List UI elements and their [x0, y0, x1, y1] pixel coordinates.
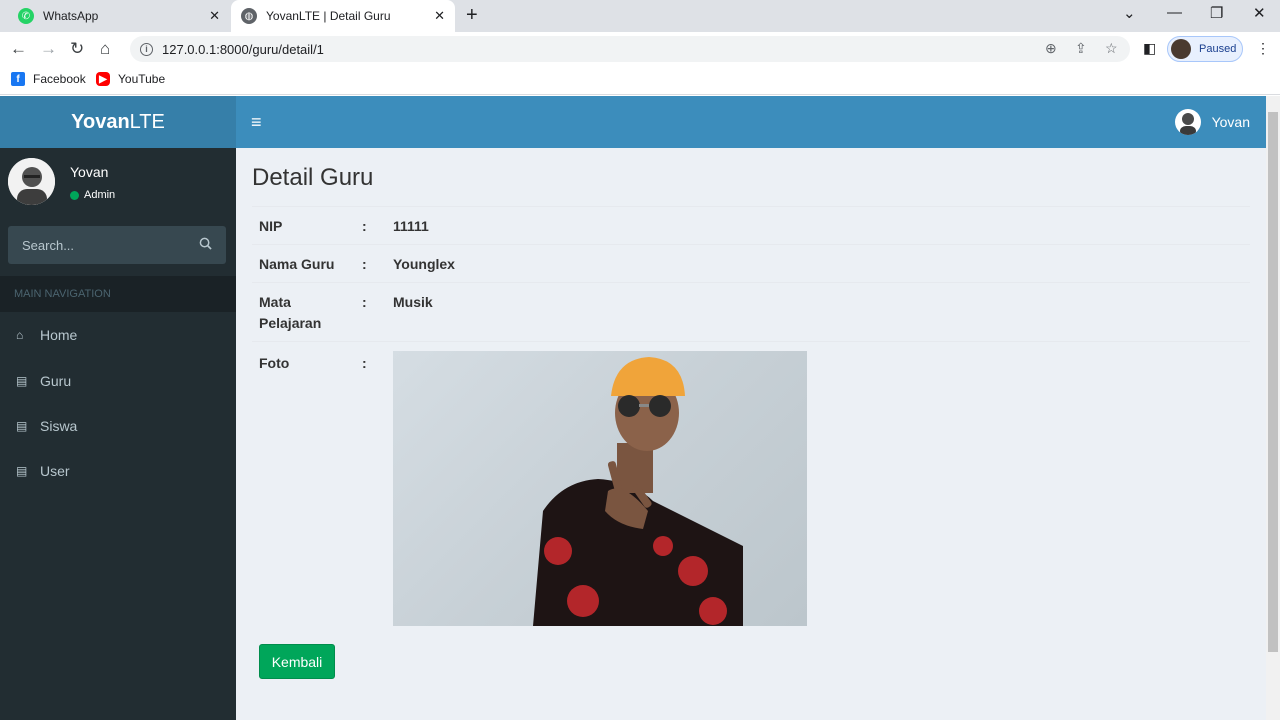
tab-whatsapp[interactable]: ✆ WhatsApp ✕	[8, 0, 230, 32]
detail-row-mata-pelajaran: Mata Pelajaran : Musik	[252, 282, 1250, 341]
top-navbar: ≡ Yovan	[236, 96, 1266, 148]
restore-button[interactable]: ❐	[1210, 4, 1223, 22]
sidebar: Yovan Admin Search... MAIN NAVIGATION ⌂ …	[0, 148, 236, 720]
facebook-icon: f	[11, 72, 25, 86]
bookmark-label: YouTube	[118, 72, 166, 86]
book-icon: ▤	[16, 374, 28, 388]
detail-row-nama-guru: Nama Guru : Younglex	[252, 244, 1250, 282]
admin-app: Yovan LTE ≡ Yovan Yovan Admin Search... …	[0, 96, 1266, 720]
home-icon: ⌂	[16, 328, 24, 342]
reload-icon[interactable]: ↻	[70, 39, 84, 59]
logo-bold: Yovan	[71, 110, 130, 133]
book-icon: ▤	[16, 419, 28, 433]
header-user-name: Yovan	[1211, 114, 1250, 130]
kembali-button[interactable]: Kembali	[259, 644, 335, 679]
home-icon[interactable]: ⌂	[100, 39, 110, 59]
profile-button[interactable]: Paused	[1167, 36, 1243, 62]
user-panel: Yovan Admin	[0, 148, 236, 220]
whatsapp-icon: ✆	[18, 8, 34, 24]
browser-toolbar: ← → ↻ ⌂ i 127.0.0.1:8000/guru/detail/1 ⊕…	[0, 32, 1280, 66]
browser-menu-icon[interactable]: ⋮	[1256, 40, 1270, 57]
close-window-button[interactable]: ✕	[1253, 4, 1266, 22]
sidebar-item-home[interactable]: ⌂ Home	[0, 313, 236, 357]
youtube-icon: ▶	[96, 72, 110, 86]
field-colon: :	[362, 355, 367, 371]
tab-detail-guru[interactable]: ◍ YovanLTE | Detail Guru ✕	[231, 0, 455, 32]
sidebar-item-label: Home	[40, 327, 78, 343]
bookmark-facebook[interactable]: f Facebook	[11, 72, 86, 86]
logo-light: LTE	[129, 110, 165, 133]
bookmark-star-icon[interactable]: ☆	[1105, 40, 1118, 57]
sidebar-item-guru[interactable]: ▤ Guru	[0, 359, 236, 403]
back-arrow-icon[interactable]: ←	[10, 39, 27, 59]
sidebar-search-input[interactable]: Search...	[8, 226, 226, 264]
page-title: Detail Guru	[252, 164, 374, 191]
forward-arrow-icon[interactable]: →	[40, 39, 57, 59]
search-placeholder: Search...	[22, 237, 75, 253]
avatar	[1174, 109, 1201, 135]
field-value: 11111	[393, 218, 429, 234]
tab-title: YovanLTE | Detail Guru	[266, 9, 391, 23]
globe-icon: ◍	[241, 8, 257, 24]
profile-status: Paused	[1199, 43, 1237, 55]
bookmarks-bar: f Facebook ▶ YouTube	[0, 66, 1280, 95]
scrollbar-thumb[interactable]	[1268, 112, 1278, 652]
minimize-button[interactable]: —	[1167, 4, 1182, 21]
search-icon[interactable]	[199, 237, 212, 250]
sidebar-user-name: Yovan	[70, 164, 109, 180]
field-value: Younglex	[393, 256, 455, 272]
sidebar-item-label: Guru	[40, 373, 72, 389]
sidebar-item-label: User	[40, 463, 70, 479]
field-label: Nama Guru	[259, 256, 335, 272]
online-dot-icon	[70, 190, 79, 200]
detail-row-nip: NIP : 11111	[252, 206, 1250, 244]
tab-title: WhatsApp	[43, 9, 99, 23]
field-colon: :	[362, 294, 367, 310]
book-icon: ▤	[16, 464, 28, 478]
app-logo[interactable]: Yovan LTE	[0, 96, 236, 148]
field-label: NIP	[259, 218, 283, 234]
avatar	[8, 158, 55, 205]
page-scrollbar[interactable]	[1266, 96, 1280, 720]
side-panel-icon[interactable]: ◧	[1143, 40, 1156, 57]
nav-header: MAIN NAVIGATION	[0, 276, 236, 312]
main-content: Detail Guru NIP : 11111 Nama Guru : Youn…	[236, 148, 1266, 720]
bookmark-label: Facebook	[33, 72, 86, 86]
close-icon[interactable]: ✕	[434, 8, 445, 24]
browser-tab-strip: ✆ WhatsApp ✕ ◍ YovanLTE | Detail Guru ✕ …	[0, 0, 1280, 32]
user-status: Admin	[70, 189, 115, 201]
share-icon[interactable]: ⇪	[1075, 40, 1087, 57]
close-icon[interactable]: ✕	[209, 8, 220, 24]
user-menu[interactable]: Yovan	[1174, 109, 1250, 135]
bookmark-youtube[interactable]: ▶ YouTube	[96, 72, 165, 86]
field-colon: :	[362, 218, 367, 234]
teacher-photo	[393, 351, 807, 626]
field-label: Foto	[259, 355, 290, 371]
site-info-icon[interactable]: i	[140, 42, 153, 56]
new-tab-button[interactable]: +	[466, 4, 478, 27]
sidebar-item-user[interactable]: ▤ User	[0, 449, 236, 493]
field-colon: :	[362, 256, 367, 272]
field-label: Mata Pelajaran	[259, 294, 322, 331]
address-bar[interactable]: i 127.0.0.1:8000/guru/detail/1	[130, 36, 1130, 62]
zoom-icon[interactable]: ⊕	[1045, 40, 1057, 57]
user-role: Admin	[84, 189, 116, 201]
sidebar-item-siswa[interactable]: ▤ Siswa	[0, 404, 236, 448]
sidebar-toggle-icon[interactable]: ≡	[251, 112, 262, 133]
profile-avatar	[1171, 39, 1191, 59]
tab-search-icon[interactable]: ⌄	[1123, 4, 1136, 22]
sidebar-item-label: Siswa	[40, 418, 78, 434]
field-value: Musik	[393, 294, 433, 310]
url-text: 127.0.0.1:8000/guru/detail/1	[162, 41, 324, 57]
